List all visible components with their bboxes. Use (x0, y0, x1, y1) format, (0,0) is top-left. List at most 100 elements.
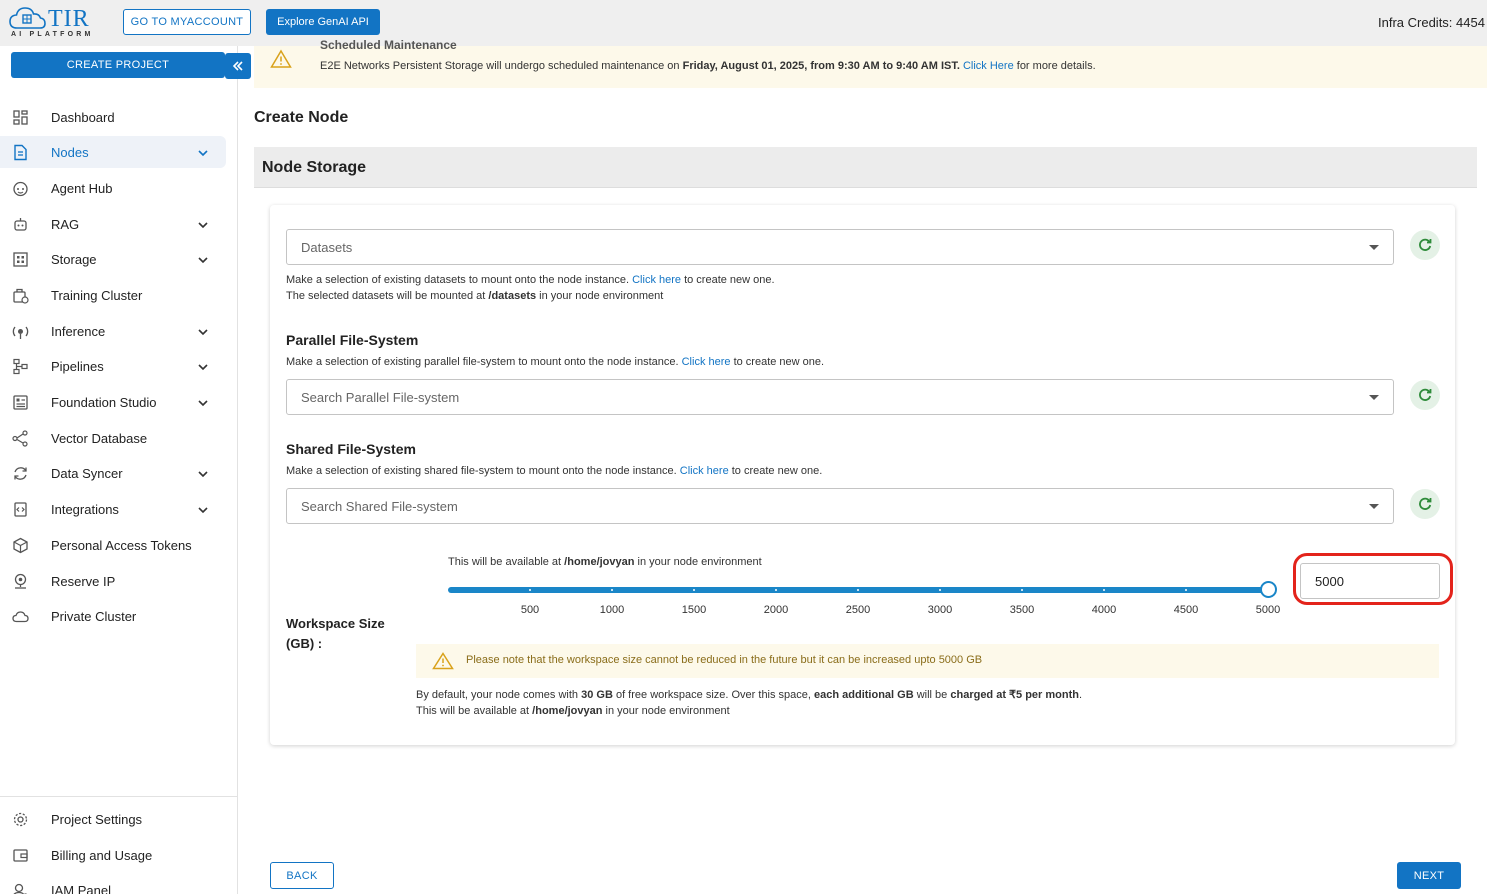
highlight-annotation (1293, 553, 1453, 605)
sidebar-item-label: Integrations (51, 501, 119, 517)
sidebar-item-integrations[interactable]: Integrations (0, 493, 226, 525)
sidebar-item-training-cluster[interactable]: Training Cluster (0, 279, 226, 311)
back-button[interactable]: BACK (270, 862, 334, 889)
refresh-shared-fs-button[interactable] (1410, 489, 1440, 519)
page-title: Create Node (254, 109, 349, 126)
sidebar-item-label: Vector Database (51, 430, 148, 446)
workspace-availability: This will be available at /home/jovyan i… (448, 556, 762, 568)
double-chevron-left-icon (232, 61, 243, 71)
help-text: Make a selection of existing shared file… (286, 465, 680, 477)
sidebar-item-label: Dashboard (51, 109, 115, 125)
notice-link[interactable]: Click Here (963, 60, 1014, 72)
sidebar-item-inference[interactable]: Inference (0, 315, 226, 347)
workspace-size-label: Workspace Size (GB) : (286, 616, 385, 651)
parallel-fs-placeholder: Search Parallel File-system (301, 390, 460, 405)
sidebar-item-nodes[interactable]: Nodes (0, 136, 226, 168)
workspace-pricing-note: By default, your node comes with 30 GB o… (416, 688, 1082, 701)
datasets-help-2: The selected datasets will be mounted at… (286, 288, 663, 304)
robot-icon (14, 218, 27, 231)
shared-fs-help: Make a selection of existing shared file… (286, 463, 822, 479)
slider-mark (939, 589, 941, 591)
sidebar-item-dashboard[interactable]: Dashboard (0, 101, 226, 133)
parallel-fs-select[interactable]: Search Parallel File-system (286, 379, 1394, 415)
sidebar-divider (0, 796, 237, 797)
sidebar-item-label: Personal Access Tokens (51, 537, 192, 553)
sidebar-item-label: Reserve IP (51, 573, 116, 589)
wallet-icon (13, 849, 28, 862)
token-icon (13, 537, 28, 554)
sidebar-item-project-settings[interactable]: Project Settings (0, 803, 226, 835)
chevron-down-icon (198, 222, 208, 229)
collapse-sidebar-button[interactable] (225, 53, 251, 79)
sidebar-item-label: Project Settings (51, 811, 143, 827)
storage-card: Datasets Make a selection of existing da… (270, 205, 1455, 745)
sidebar-item-agent-hub[interactable]: Agent Hub (0, 172, 226, 204)
sidebar: CREATE PROJECT Dashboard Nodes Agent Hub… (0, 46, 251, 894)
help-text: to create new one. (728, 465, 823, 477)
sidebar-item-label: Agent Hub (51, 180, 113, 196)
create-project-button[interactable]: CREATE PROJECT (11, 52, 225, 78)
help-text: to create new one. (681, 274, 775, 286)
sidebar-item-foundation-studio[interactable]: Foundation Studio (0, 386, 226, 418)
sidebar-item-pipelines[interactable]: Pipelines (0, 350, 226, 382)
shared-fs-select[interactable]: Search Shared File-system (286, 488, 1394, 524)
help-text: in your node environment (634, 556, 762, 568)
tir-logo[interactable]: TIR AI PLATFORM (8, 6, 100, 42)
sidebar-item-data-syncer[interactable]: Data Syncer (0, 457, 226, 489)
next-button[interactable]: NEXT (1397, 862, 1461, 889)
user-icon (13, 883, 28, 894)
gear-icon (13, 812, 28, 827)
refresh-parallel-fs-button[interactable] (1410, 380, 1440, 410)
help-text: Make a selection of existing parallel fi… (286, 356, 682, 368)
chevron-down-icon (198, 364, 208, 371)
sidebar-item-label: Pipelines (51, 358, 104, 374)
sidebar-item-iam-panel[interactable]: IAM Panel (0, 874, 226, 894)
sidebar-item-label: Storage (51, 251, 97, 267)
notice-date: Friday, August 01, 2025, from 9:30 AM to… (682, 60, 960, 72)
sidebar-item-reserve-ip[interactable]: Reserve IP (0, 565, 226, 597)
notice-title: Scheduled Maintenance (320, 38, 457, 52)
vector-icon (12, 430, 28, 447)
workspace-path: /home/jovyan (532, 705, 603, 717)
help-text: The selected datasets will be mounted at (286, 290, 489, 302)
sidebar-item-label: Foundation Studio (51, 394, 157, 410)
slider-mark (529, 589, 531, 591)
dashboard-icon (13, 110, 28, 125)
create-shared-fs-link[interactable]: Click here (680, 465, 729, 477)
inference-icon (12, 326, 29, 339)
sidebar-item-billing-and-usage[interactable]: Billing and Usage (0, 839, 226, 871)
sidebar-item-rag[interactable]: RAG (0, 208, 226, 240)
sidebar-item-private-cluster[interactable]: Private Cluster (0, 600, 226, 632)
cloud-logo-icon (9, 7, 46, 29)
help-text: will be (913, 689, 951, 701)
sidebar-item-label: IAM Panel (51, 882, 111, 894)
sidebar-item-label: RAG (51, 216, 80, 232)
create-dataset-link[interactable]: Click here (632, 274, 681, 286)
slider-mark (1103, 589, 1105, 591)
datasets-select[interactable]: Datasets (286, 229, 1394, 265)
sidebar-item-vector-database[interactable]: Vector Database (0, 422, 226, 454)
slider-tick-label: 4000 (1091, 604, 1117, 616)
slider-tick-label: 2000 (763, 604, 789, 616)
maintenance-notice: Scheduled Maintenance E2E Networks Persi… (254, 38, 1487, 88)
main-content: Scheduled Maintenance E2E Networks Persi… (238, 38, 1487, 894)
ip-icon (14, 573, 27, 589)
sidebar-item-label: Inference (51, 323, 106, 339)
explore-genai-api-button[interactable]: Explore GenAI API (266, 9, 380, 35)
grid-icon (13, 252, 28, 267)
document-icon (14, 144, 27, 161)
go-to-myaccount-button[interactable]: GO TO MYACCOUNT (123, 9, 251, 35)
additional-gb-text: each additional GB (814, 689, 914, 701)
sidebar-item-label: Nodes (51, 144, 89, 160)
refresh-datasets-button[interactable] (1410, 230, 1440, 260)
slider-tick-label: 1500 (681, 604, 707, 616)
create-parallel-fs-link[interactable]: Click here (682, 356, 731, 368)
workspace-slider-thumb[interactable] (1260, 581, 1277, 598)
cluster-icon (13, 288, 29, 304)
slider-mark (611, 589, 613, 591)
datasets-path: /datasets (488, 290, 537, 302)
node-storage-header: Node Storage (254, 147, 1477, 188)
sidebar-item-personal-access-tokens[interactable]: Personal Access Tokens (0, 529, 226, 561)
price-text: charged at ₹5 per month (950, 689, 1079, 701)
sidebar-item-storage[interactable]: Storage (0, 243, 226, 275)
